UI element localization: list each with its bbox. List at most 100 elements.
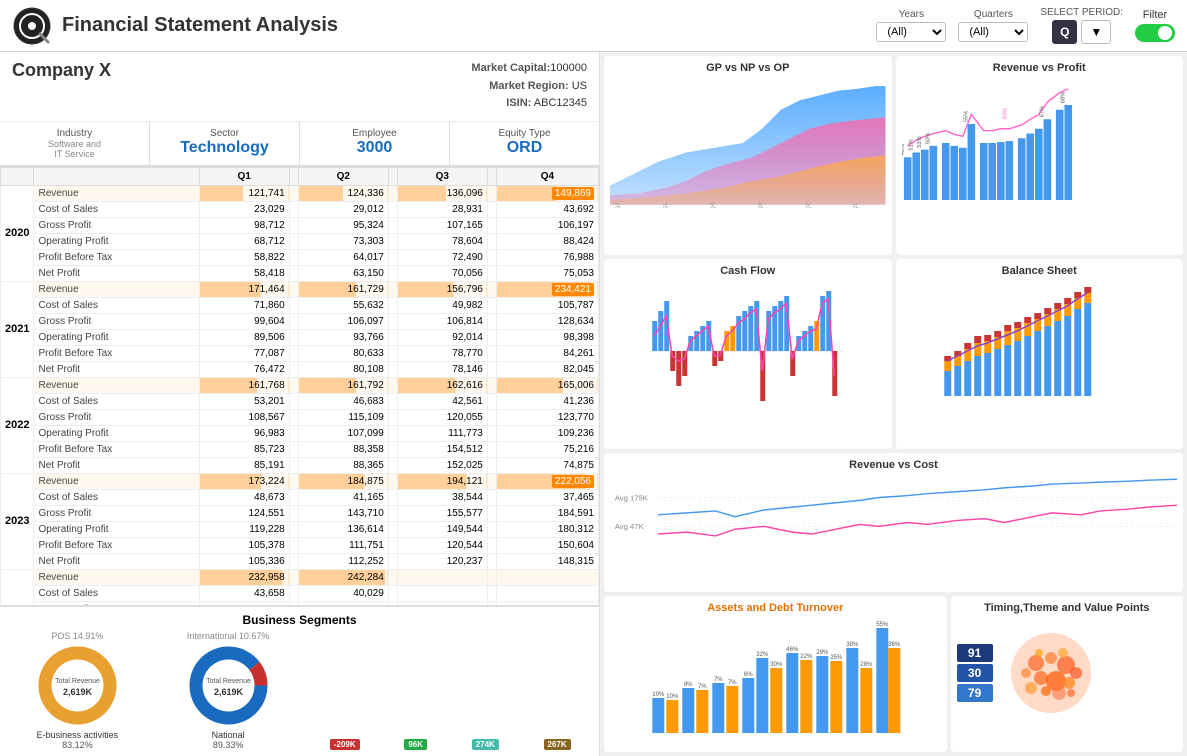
metric-cell: Net Profit [34, 457, 199, 473]
years-label: Years [899, 9, 924, 20]
assets-debt-title: Assets and Debt Turnover [610, 602, 941, 614]
v-button[interactable]: ▼ [1081, 20, 1111, 44]
svg-text:2,619K: 2,619K [214, 687, 244, 697]
value-cell: 76,988 [496, 249, 598, 265]
equity-label: Equity Type [458, 128, 591, 139]
value-cell: 115,109 [298, 409, 388, 425]
value-cell: 222,056 [496, 473, 598, 489]
q-button[interactable]: Q [1052, 20, 1077, 44]
quarters-label: Quarters [974, 9, 1013, 20]
value-cell: 38,544 [397, 489, 487, 505]
company-name: Company X [12, 60, 471, 113]
equity-card: Equity Type ORD [450, 122, 599, 165]
value-cell: 58,418 [199, 265, 289, 281]
col-separator [487, 233, 496, 249]
balance-sheet-chart [902, 281, 1178, 401]
value-cell: 37,465 [496, 489, 598, 505]
value-cell: 120,237 [397, 553, 487, 569]
col-separator [487, 521, 496, 537]
timing-num-1: 91 [957, 644, 993, 662]
svg-text:7%: 7% [714, 677, 723, 683]
col-separator [388, 329, 397, 345]
col-separator [388, 313, 397, 329]
value-cell: 109,236 [496, 425, 598, 441]
col-separator [487, 441, 496, 457]
revenue-cost-card: Revenue vs Cost Avg 175K Avg 47K [604, 453, 1183, 592]
value-cell: 28,931 [397, 201, 487, 217]
metric-cell: Gross Profit [34, 409, 199, 425]
col-separator [487, 505, 496, 521]
col-separator [487, 185, 496, 201]
value-cell: 161,792 [298, 377, 388, 393]
col-separator [487, 361, 496, 377]
col-separator [388, 457, 397, 473]
assets-debt-card: Assets and Debt Turnover 10% 10% 8% 7% [604, 596, 947, 752]
col-separator [289, 585, 298, 601]
svg-text:7%: 7% [728, 680, 737, 686]
value-cell: 148,315 [496, 553, 598, 569]
svg-text:50%: 50% [925, 133, 931, 144]
svg-text:28%: 28% [860, 662, 873, 668]
col-separator [487, 473, 496, 489]
svg-text:2024.Q1: 2024.Q1 [853, 203, 859, 208]
value-cell: 242,284 [298, 569, 388, 585]
value-cell: 150,604 [496, 537, 598, 553]
filter-toggle[interactable] [1135, 24, 1175, 42]
col-separator [289, 409, 298, 425]
col-separator [289, 425, 298, 441]
col-separator [289, 505, 298, 521]
metric-cell: Revenue [34, 473, 199, 489]
value-cell [496, 585, 598, 601]
value-cell: 49,982 [397, 297, 487, 313]
revenue-profit-title: Revenue vs Profit [902, 62, 1178, 74]
value-cell: 119,228 [199, 521, 289, 537]
gp-np-op-title: GP vs NP vs OP [610, 62, 886, 74]
col-separator [289, 201, 298, 217]
value-cell: 106,814 [397, 313, 487, 329]
col-separator [289, 297, 298, 313]
svg-text:Avg 175K: Avg 175K [615, 493, 649, 502]
col-separator [388, 249, 397, 265]
col-separator [289, 441, 298, 457]
svg-text:22%: 22% [800, 654, 813, 660]
revenue-profit-chart: 48% 51% 53% 50% 55% 93% 67% 68% [902, 78, 1178, 208]
col-separator [388, 201, 397, 217]
col-separator [388, 505, 397, 521]
value-cell: 161,768 [199, 377, 289, 393]
svg-text:10%: 10% [652, 692, 665, 698]
svg-text:32%: 32% [756, 652, 769, 658]
value-cell: 23,029 [199, 201, 289, 217]
sector-label: Sector [158, 128, 291, 139]
value-cell: 98,712 [199, 217, 289, 233]
year-cell-2023: 2023 [1, 473, 34, 569]
value-cell: 105,378 [199, 537, 289, 553]
sector-value: Technology [158, 139, 291, 157]
value-cell: 82,045 [496, 361, 598, 377]
quarters-dropdown[interactable]: (All) [958, 22, 1028, 42]
metric-cell: Cost of Sales [34, 201, 199, 217]
value-cell: 98,398 [496, 329, 598, 345]
value-cell: 42,561 [397, 393, 487, 409]
metric-cell: Profit Before Tax [34, 441, 199, 457]
col-separator [487, 201, 496, 217]
value-cell: 46,683 [298, 393, 388, 409]
years-dropdown[interactable]: (All) [876, 22, 946, 42]
svg-text:46%: 46% [786, 647, 799, 653]
svg-text:29%: 29% [816, 650, 829, 656]
value-cell: 124,551 [199, 505, 289, 521]
value-cell: 152,025 [397, 457, 487, 473]
industry-label: Industry [8, 128, 141, 139]
value-cell: 120,055 [397, 409, 487, 425]
col-separator [289, 345, 298, 361]
metric-cell: Revenue [34, 569, 199, 585]
segments-title: Business Segments [6, 613, 593, 627]
col-separator [487, 393, 496, 409]
year-cell-2022: 2022 [1, 377, 34, 473]
col-separator [487, 249, 496, 265]
value-cell: 105,336 [199, 553, 289, 569]
filter-label: Filter [1143, 9, 1167, 21]
svg-text:2020.Q2: 2020.Q2 [616, 203, 622, 208]
employee-value: 3000 [308, 139, 441, 157]
value-cell: 71,860 [199, 297, 289, 313]
svg-text:48%: 48% [902, 144, 906, 155]
